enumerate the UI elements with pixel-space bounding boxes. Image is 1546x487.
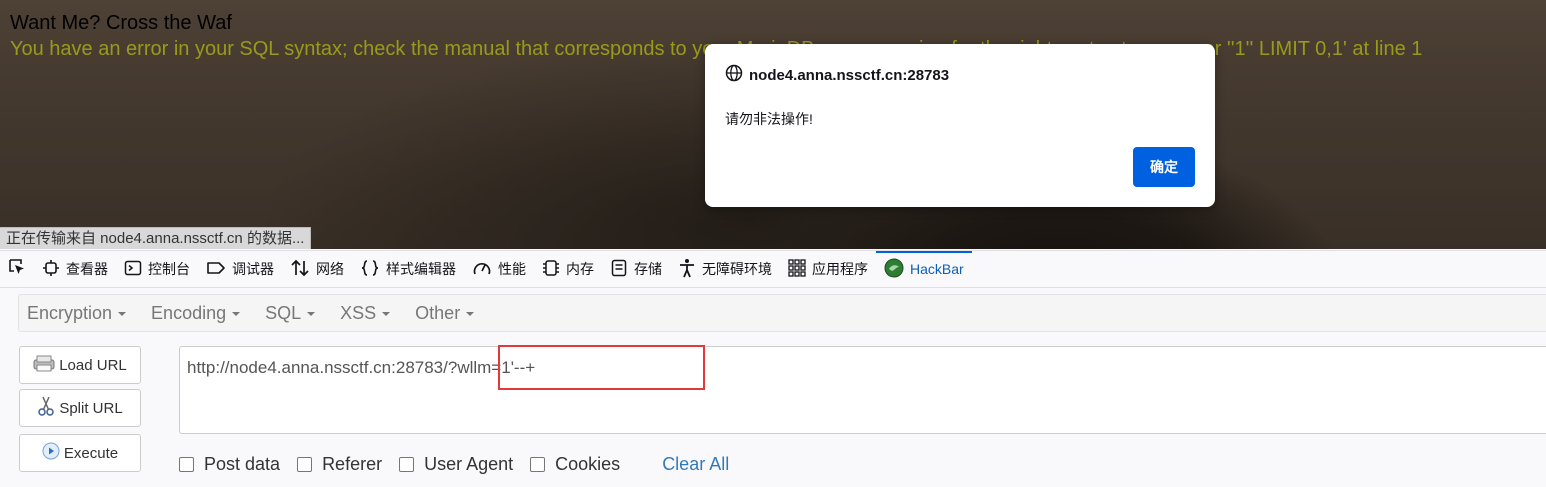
application-icon	[788, 258, 806, 280]
tab-label: 应用程序	[812, 261, 868, 277]
tab-label: 调试器	[232, 261, 274, 277]
url-textarea[interactable]: http://node4.anna.nssctf.cn:28783/?wllm=…	[179, 346, 1546, 434]
tab-console[interactable]: 控制台	[116, 251, 198, 287]
globe-icon	[725, 64, 743, 86]
option-cookies[interactable]: Cookies	[530, 454, 620, 475]
tab-performance[interactable]: 性能	[464, 251, 534, 287]
tab-style-editor[interactable]: 样式编辑器	[352, 251, 464, 287]
request-options: Post data Referer User Agent Cookies Cle…	[179, 454, 729, 475]
checkbox[interactable]	[297, 457, 313, 472]
menu-other[interactable]: Other	[407, 303, 482, 324]
debugger-icon	[206, 260, 226, 279]
payload-highlight-annotation	[498, 345, 705, 390]
alert-dialog: node4.anna.nssctf.cn:28783 请勿非法操作! 确定	[705, 44, 1215, 207]
menu-encryption[interactable]: Encryption	[19, 303, 134, 324]
network-icon	[290, 259, 310, 280]
storage-icon	[610, 259, 628, 280]
option-referer[interactable]: Referer	[297, 454, 382, 475]
devtools-toolbar: 查看器 控制台 调试器 网络 样式编辑器 性能 内存 存储 无障碍环境 应用程序…	[0, 250, 1546, 288]
tab-label: 无障碍环境	[702, 261, 772, 277]
scissors-icon	[37, 396, 55, 420]
tab-storage[interactable]: 存储	[602, 251, 670, 287]
menu-sql[interactable]: SQL	[257, 303, 323, 324]
execute-button[interactable]: Execute	[19, 434, 141, 472]
load-url-button[interactable]: Load URL	[19, 346, 141, 384]
page-heading: Want Me? Cross the Waf	[10, 12, 232, 34]
tab-label: 控制台	[148, 261, 190, 277]
tab-label: 样式编辑器	[386, 261, 456, 277]
option-post-data[interactable]: Post data	[179, 454, 280, 475]
caret-down-icon	[232, 311, 241, 316]
tab-accessibility[interactable]: 无障碍环境	[670, 251, 780, 287]
checkbox[interactable]	[399, 457, 415, 472]
hackbar-icon	[884, 258, 904, 281]
tab-label: 网络	[316, 261, 344, 277]
play-icon	[42, 442, 60, 464]
menu-xss[interactable]: XSS	[332, 303, 398, 324]
tab-network[interactable]: 网络	[282, 251, 352, 287]
tab-memory[interactable]: 内存	[534, 251, 602, 287]
clear-all-link[interactable]: Clear All	[662, 454, 729, 475]
accessibility-icon	[678, 258, 696, 281]
url-value: http://node4.anna.nssctf.cn:28783/?wllm=…	[187, 358, 536, 377]
dialog-message: 请勿非法操作!	[725, 111, 813, 127]
caret-down-icon	[382, 311, 391, 316]
tab-label: 内存	[566, 261, 594, 277]
tab-label: 性能	[498, 261, 526, 277]
load-url-icon	[33, 354, 55, 376]
split-url-button[interactable]: Split URL	[19, 389, 141, 427]
checkbox[interactable]	[530, 457, 546, 472]
tab-label: 查看器	[66, 261, 108, 277]
performance-icon	[472, 259, 492, 280]
tab-label: 存储	[634, 261, 662, 277]
caret-down-icon	[307, 311, 316, 316]
element-picker-button[interactable]	[0, 251, 34, 287]
tab-label: HackBar	[910, 261, 964, 277]
memory-icon	[542, 259, 560, 280]
dialog-ok-button[interactable]: 确定	[1133, 147, 1195, 187]
tab-inspector[interactable]: 查看器	[34, 251, 116, 287]
style-editor-icon	[360, 259, 380, 280]
caret-down-icon	[118, 311, 127, 316]
inspector-icon	[42, 259, 60, 280]
tab-debugger[interactable]: 调试器	[198, 251, 282, 287]
console-icon	[124, 259, 142, 280]
option-user-agent[interactable]: User Agent	[399, 454, 513, 475]
tab-application[interactable]: 应用程序	[780, 251, 876, 287]
tab-hackbar[interactable]: HackBar	[876, 251, 972, 287]
checkbox[interactable]	[179, 457, 194, 472]
dialog-origin: node4.anna.nssctf.cn:28783	[725, 64, 949, 86]
caret-down-icon	[466, 311, 475, 316]
hackbar-menu-bar: Encryption Encoding SQL XSS Other	[18, 294, 1546, 332]
dialog-origin-text: node4.anna.nssctf.cn:28783	[749, 66, 950, 84]
loading-status-bar: 正在传输来自 node4.anna.nssctf.cn 的数据...	[0, 227, 312, 249]
element-picker-icon	[7, 257, 27, 282]
menu-encoding[interactable]: Encoding	[143, 303, 248, 324]
